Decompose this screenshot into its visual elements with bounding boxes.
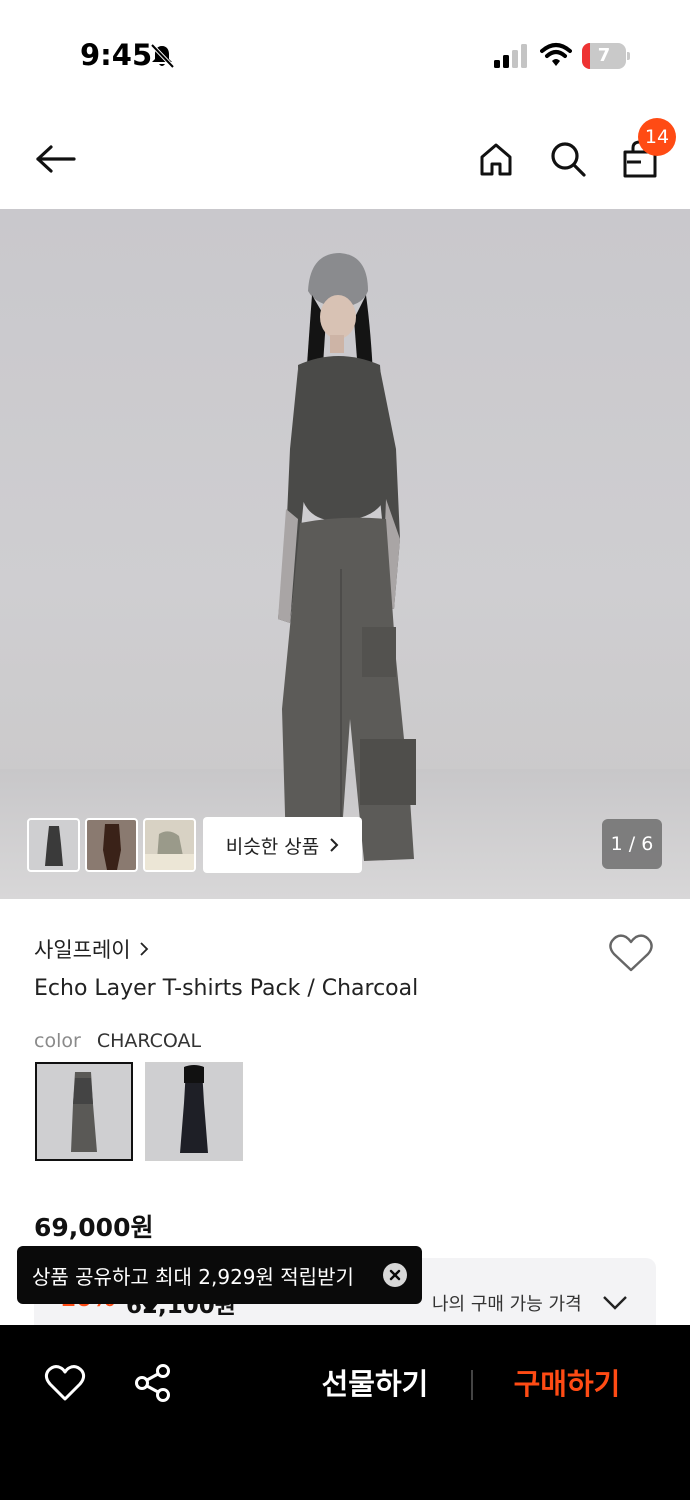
wifi-icon xyxy=(540,43,572,66)
product-title: Echo Layer T-shirts Pack / Charcoal xyxy=(34,976,419,1001)
share-icon xyxy=(135,1364,170,1402)
battery-level: 7 xyxy=(597,45,611,66)
home-button[interactable] xyxy=(471,134,521,184)
share-button[interactable] xyxy=(133,1363,173,1403)
gallery-thumbnail[interactable] xyxy=(85,818,138,872)
heart-icon xyxy=(609,934,653,972)
color-variant-charcoal[interactable] xyxy=(35,1062,133,1161)
color-row: color CHARCOAL xyxy=(34,1030,201,1052)
image-page-counter: 1 / 6 xyxy=(602,819,662,869)
bottom-wishlist-button[interactable] xyxy=(44,1363,86,1403)
gift-button[interactable]: 선물하기 xyxy=(300,1361,450,1407)
search-icon xyxy=(551,142,586,177)
product-image[interactable]: 비슷한 상품 1 / 6 xyxy=(0,209,690,899)
status-time: 9:45 xyxy=(80,38,153,72)
share-reward-tooltip: 상품 공유하고 최대 2,929원 적립받기 xyxy=(17,1246,422,1304)
similar-products-button[interactable]: 비슷한 상품 xyxy=(203,817,362,873)
model-photo xyxy=(278,253,416,861)
tooltip-text: 상품 공유하고 최대 2,929원 적립받기 xyxy=(32,1264,354,1289)
similar-products-label: 비슷한 상품 xyxy=(225,835,320,858)
top-nav xyxy=(0,110,690,208)
tooltip-arrow xyxy=(141,1302,159,1313)
buy-button[interactable]: 구매하기 xyxy=(492,1361,642,1407)
my-price-label: 나의 구매 가능 가격 xyxy=(432,1294,582,1315)
cart-count-badge: 14 xyxy=(638,118,676,156)
close-icon xyxy=(389,1269,401,1281)
search-button[interactable] xyxy=(543,134,593,184)
chevron-right-icon xyxy=(330,838,339,852)
status-bar: 9:45 7 xyxy=(0,0,690,110)
wishlist-button[interactable] xyxy=(608,932,656,976)
gallery-thumbnail[interactable] xyxy=(143,818,196,872)
battery-icon: 7 xyxy=(582,43,630,69)
bottom-bar-divider xyxy=(471,1370,473,1400)
brand-name: 사일프레이 xyxy=(34,938,131,962)
color-variant-black[interactable] xyxy=(145,1062,243,1161)
gallery-thumbnails xyxy=(27,818,196,872)
heart-icon xyxy=(44,1365,86,1401)
chevron-right-icon xyxy=(139,942,148,956)
back-button[interactable] xyxy=(30,134,80,184)
signal-icon xyxy=(494,44,527,68)
back-arrow-icon xyxy=(36,145,76,173)
color-label: color xyxy=(34,1030,81,1052)
gallery-thumbnail[interactable] xyxy=(27,818,80,872)
chevron-down-icon xyxy=(603,1296,627,1310)
product-price: 69,000원 xyxy=(34,1213,154,1242)
brand-link[interactable]: 사일프레이 xyxy=(34,934,149,964)
home-icon xyxy=(480,143,512,176)
tooltip-close-button[interactable] xyxy=(383,1263,407,1287)
bell-off-icon xyxy=(150,43,175,69)
color-value: CHARCOAL xyxy=(96,1030,202,1052)
bottom-action-bar: 선물하기 구매하기 xyxy=(0,1325,690,1500)
